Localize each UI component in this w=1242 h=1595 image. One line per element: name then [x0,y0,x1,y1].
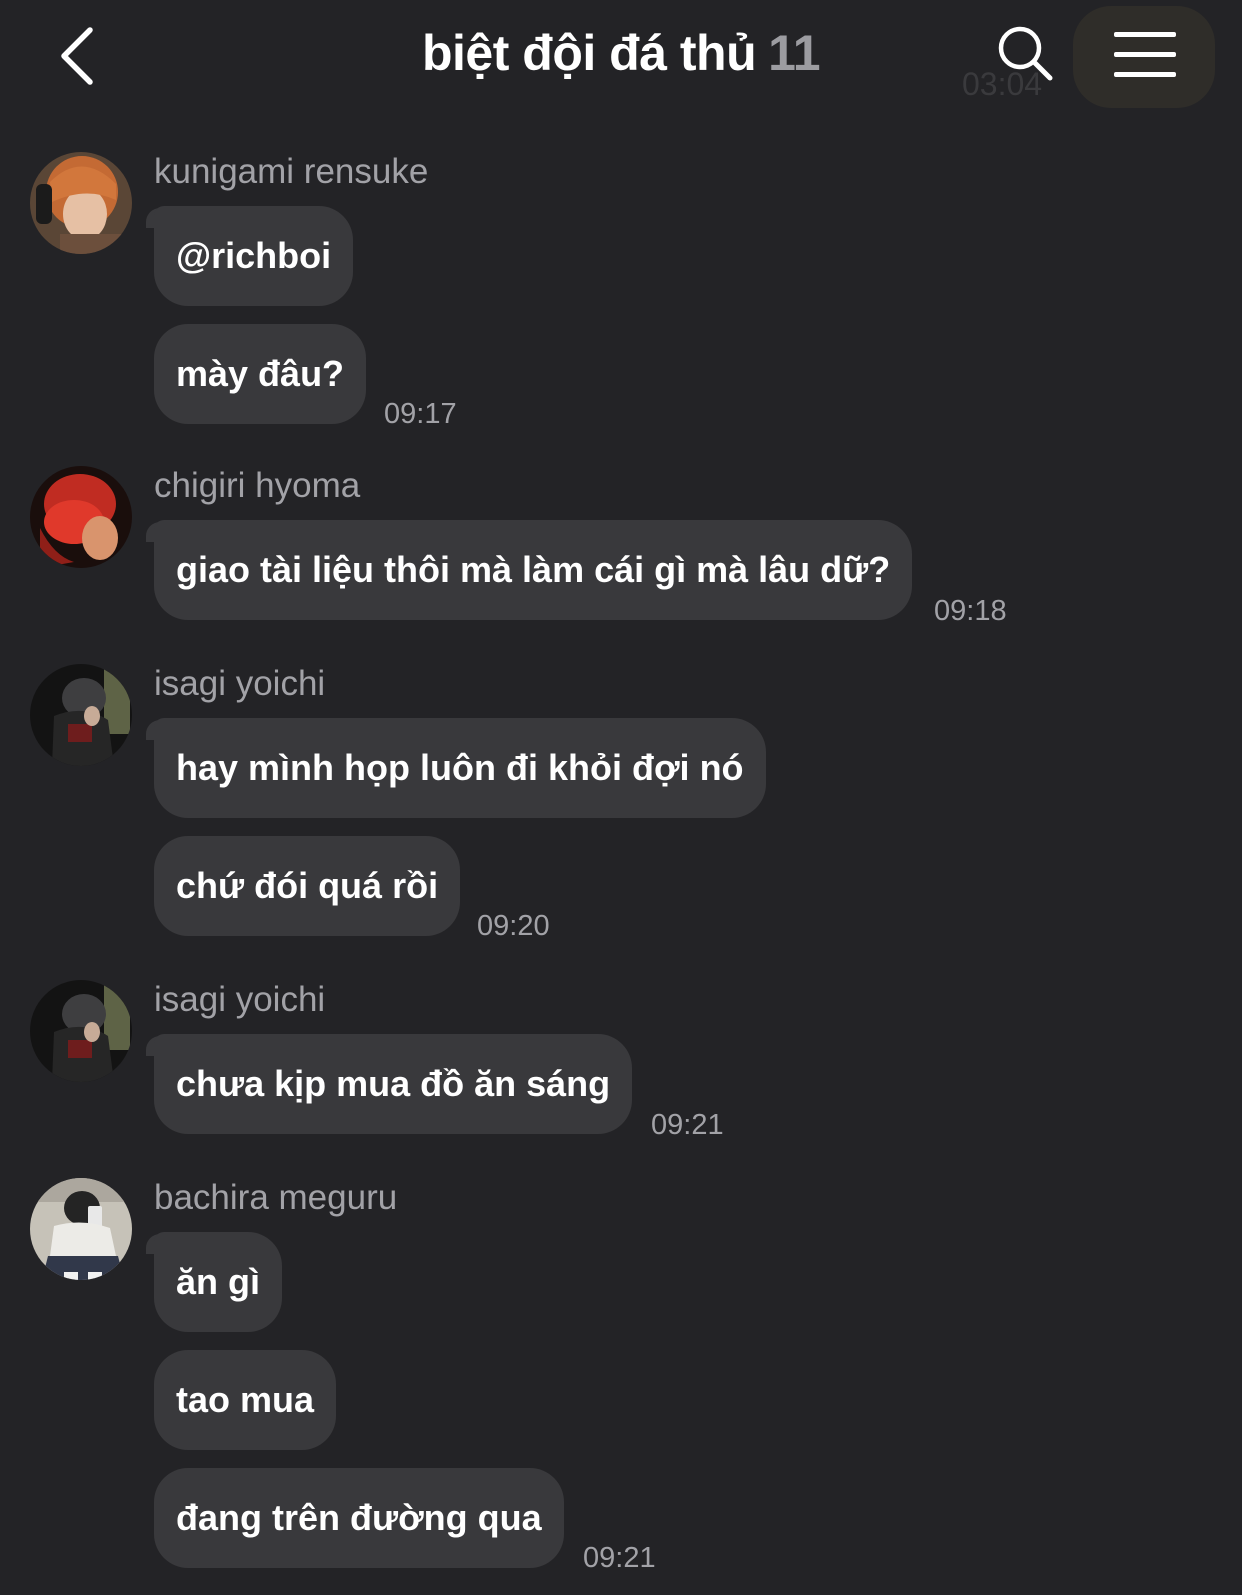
message-bubble[interactable]: @richboi [154,206,354,306]
sender-name: kunigami rensuke [154,152,429,191]
search-icon [998,26,1053,81]
message-bubble[interactable]: ăn gì [154,1232,283,1332]
sender-name: isagi yoichi [154,980,326,1019]
message-bubble[interactable]: giao tài liệu thôi mà làm cái gì mà lâu … [154,520,913,620]
message-time: 09:21 [651,1109,724,1141]
avatar-kunigami[interactable] [30,152,132,254]
message-time: 09:20 [477,910,550,942]
message-time: 09:17 [384,398,457,430]
message-bubble[interactable]: hay mình họp luôn đi khỏi đợi nó [154,718,766,818]
message-time: 09:21 [583,1542,656,1574]
menu-button[interactable] [1114,30,1178,80]
message-bubble[interactable]: chưa kịp mua đồ ăn sáng [154,1034,633,1134]
message-bubble[interactable]: đang trên đường qua [154,1468,564,1568]
sender-name: bachira meguru [154,1178,398,1217]
message-time: 09:18 [934,595,1007,627]
sender-name: chigiri hyoma [154,466,361,505]
member-count: 11 [768,25,820,81]
chat-header: biệt đội đá thủ 11 03:04 [0,0,1242,120]
search-button[interactable] [996,24,1056,84]
avatar-isagi[interactable] [30,980,132,1082]
message-bubble[interactable]: mày đâu? [154,324,367,424]
avatar-bachira[interactable] [30,1178,132,1280]
avatar-isagi[interactable] [30,664,132,766]
sender-name: isagi yoichi [154,664,326,703]
message-bubble[interactable]: tao mua [154,1350,337,1450]
message-bubble[interactable]: chứ đói quá rồi [154,836,461,936]
group-name: biệt đội đá thủ [422,25,757,81]
avatar-chigiri[interactable] [30,466,132,568]
